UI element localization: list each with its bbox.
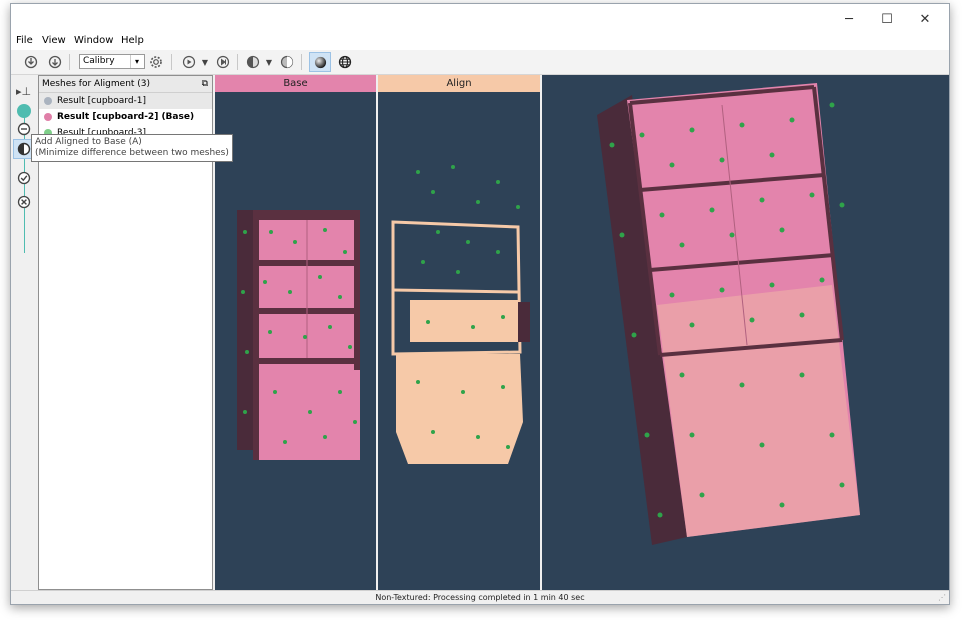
menu-file[interactable]: File	[16, 35, 33, 46]
mesh-item-cupboard-1[interactable]: Result [cupboard-1]	[39, 93, 212, 109]
undock-icon[interactable]: ⧉	[202, 76, 208, 92]
tooltip: Add Aligned to Base (A) (Minimize differ…	[31, 134, 233, 162]
toolbar-separator	[69, 54, 70, 70]
align-viewport[interactable]: Align	[378, 75, 540, 590]
gear-icon[interactable]	[148, 53, 164, 71]
toolbar-separator	[237, 54, 238, 70]
align-tool-icon[interactable]: ▸⊥	[16, 85, 31, 98]
font-select[interactable]: Calibry ▾	[79, 54, 145, 69]
align-mesh-render	[391, 165, 530, 464]
toolbar-separator	[301, 54, 302, 70]
menu-help[interactable]: Help	[121, 35, 144, 46]
font-select-value: Calibry	[83, 56, 115, 66]
mesh-color-dot	[44, 97, 52, 105]
app-window: ─ ☐ ✕ File View Window Help Calibry ▾ ▼	[10, 3, 950, 605]
dropdown-arrow-icon[interactable]: ▼	[200, 53, 210, 71]
toolbar: Calibry ▾ ▼ ▼	[11, 50, 949, 75]
play-icon[interactable]	[181, 53, 197, 71]
add-icon[interactable]	[17, 121, 31, 136]
wizard-step-current-icon[interactable]	[17, 104, 31, 118]
maximize-button[interactable]: ☐	[867, 4, 907, 34]
minimize-button[interactable]: ─	[829, 4, 869, 34]
align-view-header: Align	[378, 75, 540, 92]
base-view-header: Base	[215, 75, 376, 92]
export-icon[interactable]	[47, 53, 63, 71]
mesh-item-label: Result [cupboard-2] (Base)	[57, 112, 195, 122]
next-icon[interactable]	[215, 53, 231, 71]
sphere-icon[interactable]	[309, 52, 331, 72]
tooltip-title: Add Aligned to Base (A)	[35, 137, 142, 147]
title-bar: ─ ☐ ✕	[11, 4, 949, 34]
mesh-item-cupboard-2[interactable]: Result [cupboard-2] (Base)	[39, 109, 212, 125]
resize-grip-icon[interactable]: ⋰	[938, 591, 946, 604]
dropdown-arrow-icon[interactable]: ▼	[264, 53, 274, 71]
aligned-mesh-render	[597, 83, 860, 545]
chevron-down-icon: ▾	[130, 55, 143, 68]
close-button[interactable]: ✕	[905, 4, 945, 34]
menu-bar: File View Window Help	[11, 34, 949, 50]
tooltip-description: (Minimize difference between two meshes)	[35, 148, 229, 158]
cancel-icon[interactable]	[17, 194, 31, 209]
globe-icon[interactable]	[337, 53, 353, 71]
check-icon[interactable]	[17, 170, 31, 185]
status-bar: Non-Textured: Processing completed in 1 …	[11, 590, 949, 604]
menu-view[interactable]: View	[42, 35, 66, 46]
toolbar-separator	[171, 54, 172, 70]
shading-icon[interactable]	[245, 53, 261, 71]
mesh-item-label: Result [cupboard-1]	[57, 96, 147, 106]
panel-title: Meshes for Aligment (3)	[42, 79, 151, 89]
base-mesh-render	[237, 210, 360, 460]
main-3d-viewport[interactable]	[542, 75, 949, 590]
mesh-color-dot	[44, 113, 52, 121]
import-icon[interactable]	[23, 53, 39, 71]
mesh-icon[interactable]	[279, 53, 295, 71]
base-viewport[interactable]: Base	[215, 75, 376, 590]
panel-header: Meshes for Aligment (3) ⧉	[39, 76, 212, 93]
status-text: Non-Textured: Processing completed in 1 …	[375, 593, 585, 602]
menu-window[interactable]: Window	[74, 35, 113, 46]
